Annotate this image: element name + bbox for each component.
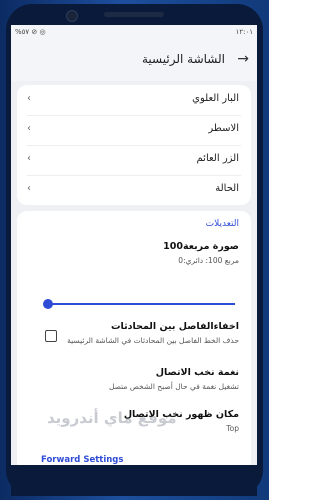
menu-item-label: الزر العائم	[196, 153, 240, 164]
status-left: %٥٧ ⊘ ◎	[15, 28, 46, 36]
screen: %٥٧ ⊘ ◎ ١٢:٠١ → الشاشة الرئيسية ‹ البار …	[11, 25, 257, 465]
chevron-left-icon: ‹	[27, 153, 31, 164]
radius-slider-track[interactable]	[47, 303, 235, 305]
radius-setting-title: 100صورة مربعة	[163, 241, 239, 252]
speaker-grille	[104, 12, 164, 17]
app-bar: → الشاشة الرئيسية	[11, 39, 257, 81]
menu-item-label: الحالة	[215, 183, 239, 194]
chevron-left-icon: ‹	[27, 183, 31, 194]
bottom-bezel	[11, 465, 257, 496]
hide-divider-subtitle: حذف الخط الفاصل بين المحادثات في الشاشة …	[67, 336, 239, 345]
front-camera	[66, 10, 78, 22]
phone-mockup: %٥٧ ⊘ ◎ ١٢:٠١ → الشاشة الرئيسية ‹ البار …	[0, 0, 269, 500]
contact-position-title[interactable]: مكان ظهور نخب الاتصال	[124, 409, 239, 420]
settings-card: التعديلات 100صورة مربعة 0:مربع 100: دائر…	[17, 211, 251, 465]
menu-item-label: البار العلوي	[192, 93, 239, 104]
hide-divider-checkbox[interactable]	[45, 330, 57, 342]
page-title: الشاشة الرئيسية	[142, 52, 225, 66]
contact-tone-subtitle: تشغيل نغمة في حال أصبح الشخص متصل	[108, 382, 239, 391]
main-menu-card: ‹ البار العلوي ‹ الاسطر ‹ الزر العائم ‹ …	[17, 85, 251, 205]
chevron-left-icon: ‹	[27, 123, 31, 134]
menu-item-top-bar[interactable]: ‹ البار العلوي	[17, 85, 251, 115]
menu-item-rows[interactable]: ‹ الاسطر	[17, 115, 251, 145]
contact-position-value: Top	[226, 424, 239, 433]
radius-setting-subtitle: 0:مربع 100: دائري	[178, 256, 239, 265]
menu-item-status[interactable]: ‹ الحالة	[17, 175, 251, 205]
status-bar: %٥٧ ⊘ ◎ ١٢:٠١	[11, 25, 257, 39]
forward-settings-link[interactable]: Forward Settings	[41, 455, 123, 465]
back-arrow-icon[interactable]: →	[237, 51, 249, 67]
radius-slider-thumb[interactable]	[43, 299, 53, 309]
status-time: ١٢:٠١	[235, 28, 253, 36]
contact-tone-title[interactable]: نغمة نخب الاتصال	[156, 367, 239, 378]
section-title: التعديلات	[205, 219, 239, 229]
menu-item-label: الاسطر	[208, 123, 239, 134]
menu-item-floating-button[interactable]: ‹ الزر العائم	[17, 145, 251, 175]
hide-divider-title: اخفاءالفاصل بين المحادثات	[110, 321, 239, 332]
chevron-left-icon: ‹	[27, 93, 31, 104]
